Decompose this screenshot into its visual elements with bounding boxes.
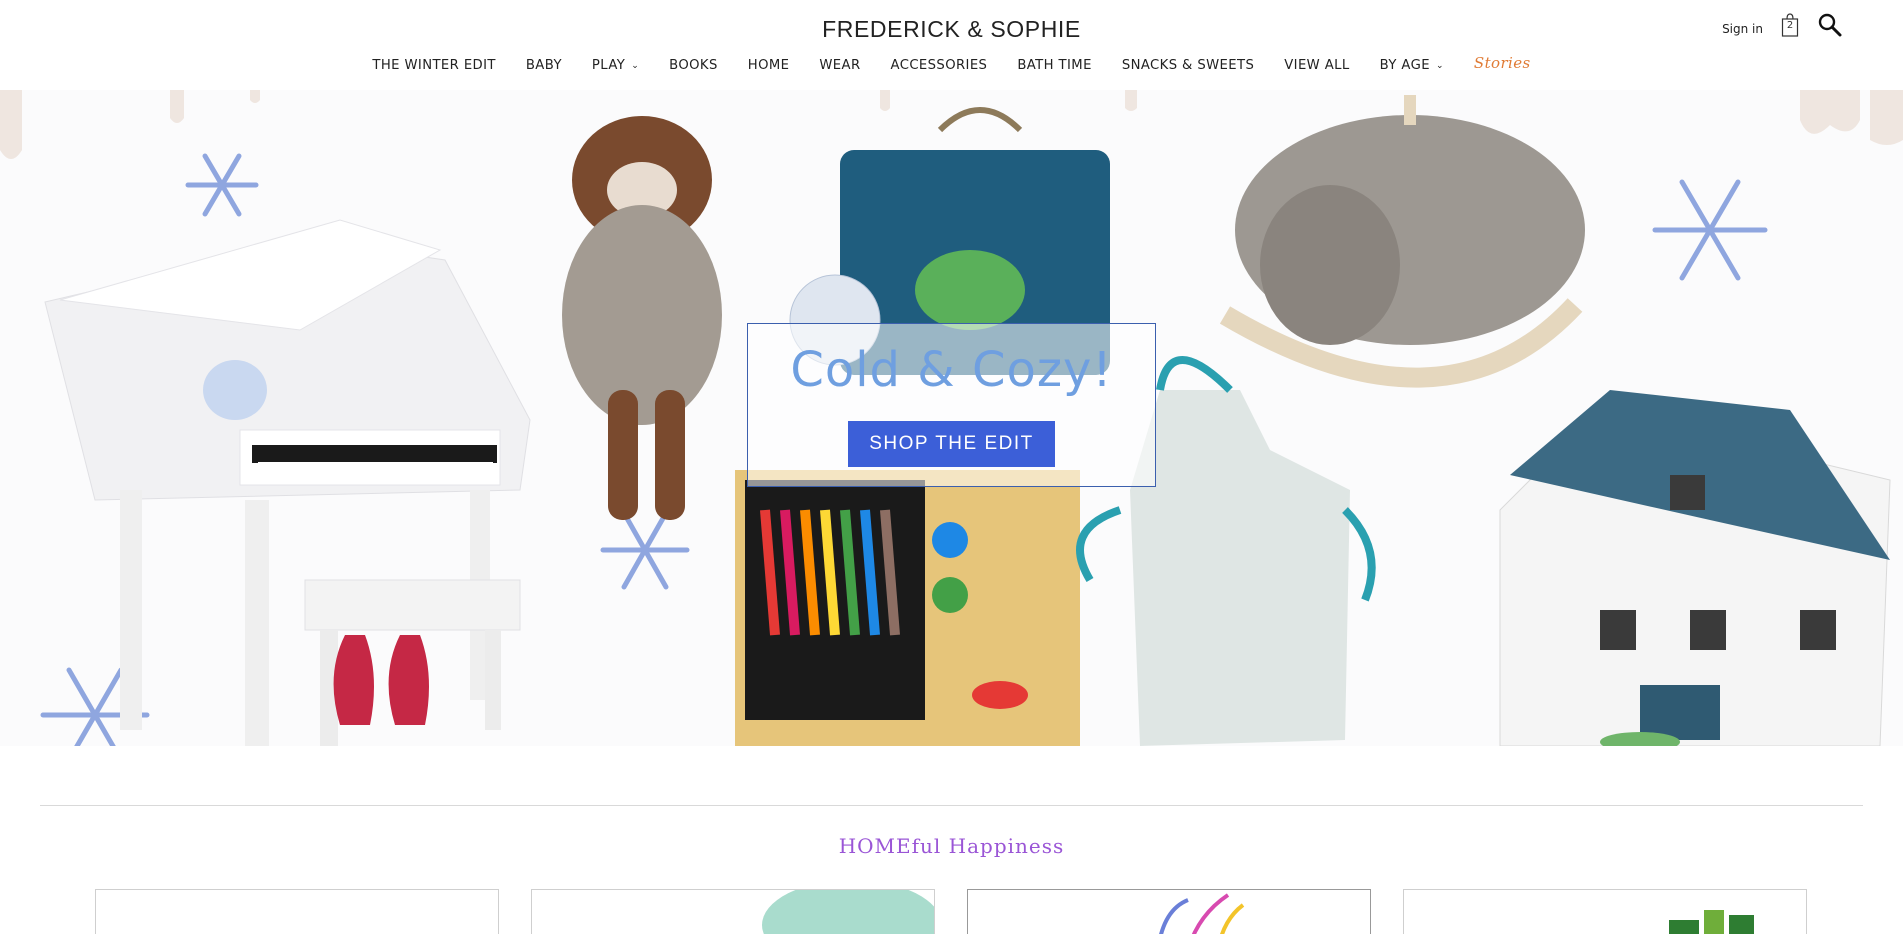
product-card[interactable] <box>95 889 499 934</box>
product-card[interactable] <box>967 889 1371 934</box>
nav-item-label: BATH TIME <box>1017 58 1092 73</box>
nav-item-label: ACCESSORIES <box>890 58 988 73</box>
product-card-image <box>1159 893 1245 934</box>
product-card[interactable] <box>531 889 935 934</box>
product-card-image <box>1669 910 1754 934</box>
hero-title: Cold & Cozy! <box>790 342 1113 398</box>
cart-count-badge: 2 <box>1786 20 1794 31</box>
section-divider <box>40 805 1863 806</box>
nav-item-play[interactable]: PLAY ⌄ <box>592 58 639 73</box>
nav-item-view-all[interactable]: VIEW ALL <box>1284 58 1349 73</box>
nav-item-baby[interactable]: BABY <box>526 58 562 73</box>
nav-item-label: SNACKS & SWEETS <box>1121 58 1255 73</box>
product-card-row <box>95 889 1807 934</box>
site-header: FREDERICK & SOPHIE Sign in 2 THE WINTER … <box>0 0 1903 90</box>
nav-item-bath-time[interactable]: BATH TIME <box>1017 58 1091 73</box>
nav-item-wear[interactable]: WEAR <box>819 58 860 73</box>
nav-item-home[interactable]: HOME <box>748 58 790 73</box>
mammoth-rocking-toy-image <box>1219 95 1585 388</box>
dollhouse-image <box>1499 390 1891 746</box>
chevron-down-icon: ⌄ <box>631 60 640 71</box>
nav-item-label: WEAR <box>819 58 861 73</box>
shopping-bag-button[interactable]: 2 <box>1781 13 1799 37</box>
search-button[interactable] <box>1817 12 1843 38</box>
plush-bear-image <box>562 116 722 520</box>
chevron-down-icon: ⌄ <box>1435 60 1444 71</box>
header-utilities: Sign in 2 <box>1722 12 1843 38</box>
section-title: HOMEful Happiness <box>838 834 1065 858</box>
nav-item-the-winter-edit[interactable]: THE WINTER EDIT <box>372 58 495 73</box>
nav-item-label: BY AGE <box>1379 58 1430 73</box>
nav-item-label: BOOKS <box>669 58 718 73</box>
nav-item-label: HOME <box>747 58 790 73</box>
icicle-decoration <box>0 90 1903 159</box>
nav-item-label: VIEW ALL <box>1284 58 1350 73</box>
nav-item-stories[interactable]: Stories <box>1474 52 1531 73</box>
nav-item-label: THE WINTER EDIT <box>372 58 496 73</box>
hero-promo-box: Cold & Cozy! SHOP THE EDIT <box>747 323 1156 487</box>
sign-in-link[interactable]: Sign in <box>1722 22 1763 36</box>
nav-item-accessories[interactable]: ACCESSORIES <box>891 58 988 73</box>
nav-item-label: BABY <box>525 58 562 73</box>
main-navigation: THE WINTER EDIT BABY PLAY ⌄ BOOKS HOME WE… <box>0 54 1903 74</box>
hero-banner[interactable]: Cold & Cozy! SHOP THE EDIT <box>0 90 1903 746</box>
shop-the-edit-button[interactable]: SHOP THE EDIT <box>848 421 1055 467</box>
search-icon <box>1818 13 1842 37</box>
nav-item-by-age[interactable]: BY AGE ⌄ <box>1380 58 1444 73</box>
nav-item-label: PLAY <box>591 58 626 73</box>
white-toy-piano-image <box>44 219 531 746</box>
nav-item-snacks-sweets[interactable]: SNACKS & SWEETS <box>1122 58 1254 73</box>
product-card[interactable] <box>1403 889 1807 934</box>
product-card-image <box>762 890 934 934</box>
brand-logo[interactable]: FREDERICK & SOPHIE <box>0 16 1903 43</box>
art-set-box-image <box>735 470 1080 746</box>
nav-item-books[interactable]: BOOKS <box>669 58 718 73</box>
